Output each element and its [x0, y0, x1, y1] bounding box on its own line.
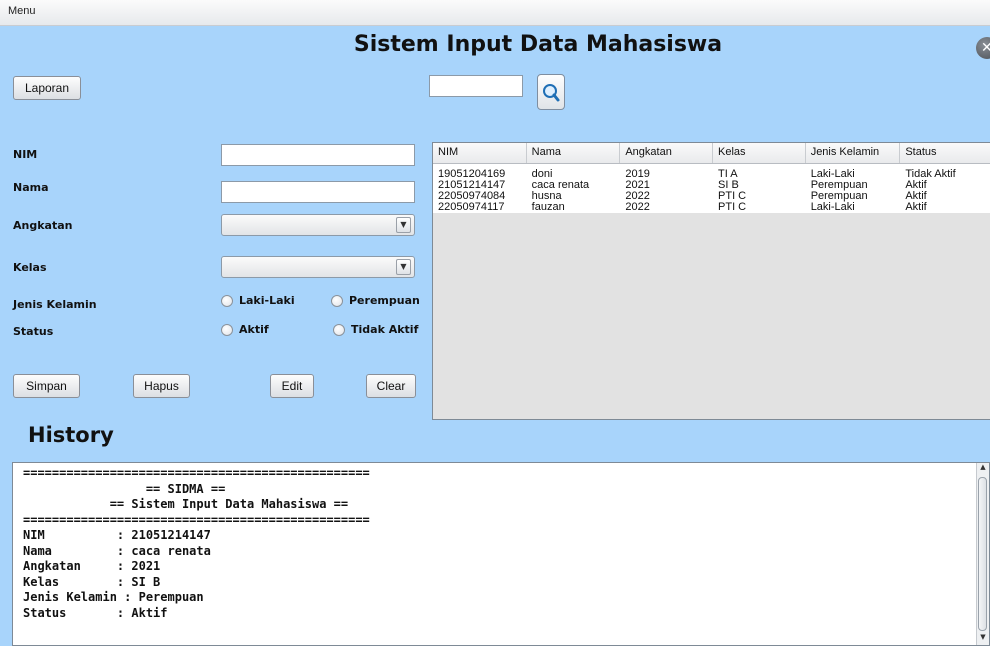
chevron-down-icon: ▼ [396, 217, 411, 233]
table-cell: Perempuan [810, 191, 868, 202]
history-textarea[interactable]: ========================================… [12, 462, 990, 646]
table-cell: Perempuan [810, 180, 868, 191]
nim-label: NIM [13, 148, 38, 161]
radio-laki-laki[interactable]: Laki-Laki [221, 294, 295, 307]
column-header[interactable]: Angkatan [620, 143, 714, 163]
menu-bar: Menu [0, 0, 990, 26]
scroll-thumb[interactable] [978, 477, 987, 631]
table-cell: 2021 [625, 180, 650, 191]
radio-aktif[interactable]: Aktif [221, 323, 269, 336]
table-cell: 22050974084 [438, 191, 506, 202]
chevron-down-icon: ▼ [396, 259, 411, 275]
scroll-down-icon[interactable]: ▼ [977, 633, 989, 645]
angkatan-label: Angkatan [13, 219, 73, 232]
radio-label: Perempuan [349, 294, 420, 307]
table-cell: TI A [718, 169, 738, 180]
table-cell: Aktif [905, 180, 927, 191]
table-row[interactable]: 22050974084 husna 2022 PTI C Perempuan A… [433, 191, 990, 202]
radio-label: Laki-Laki [239, 294, 295, 307]
radio-perempuan[interactable]: Perempuan [331, 294, 420, 307]
history-title: History [28, 423, 114, 447]
radio-circle-icon [221, 294, 233, 307]
column-header[interactable]: Status [900, 143, 990, 163]
nama-label: Nama [13, 181, 49, 194]
clear-button[interactable]: Clear [366, 374, 416, 398]
table-cell: caca renata [531, 180, 590, 191]
table-cell: 2022 [625, 191, 650, 202]
table-row[interactable]: 21051214147 caca renata 2021 SI B Peremp… [433, 180, 990, 191]
search-input[interactable] [429, 75, 523, 97]
table-cell: Laki-Laki [810, 202, 855, 213]
page-title: Sistem Input Data Mahasiswa [353, 32, 723, 57]
radio-circle-icon [333, 323, 345, 336]
table-cell: husna [531, 191, 562, 202]
kelas-label: Kelas [13, 261, 47, 274]
data-table[interactable]: NIM Nama Angkatan Kelas Jenis Kelamin St… [432, 142, 990, 420]
radio-circle-icon [331, 294, 343, 307]
table-cell: Aktif [905, 202, 927, 213]
simpan-button[interactable]: Simpan [13, 374, 80, 398]
table-cell: 2019 [625, 169, 650, 180]
history-text: ========================================… [23, 466, 370, 620]
radio-label: Tidak Aktif [351, 323, 419, 336]
menu-item[interactable]: Menu [8, 5, 36, 17]
jenis-kelamin-label: Jenis Kelamin [13, 298, 97, 311]
edit-button[interactable]: Edit [270, 374, 314, 398]
column-header[interactable]: Kelas [713, 143, 806, 163]
scroll-up-icon[interactable]: ▲ [977, 463, 989, 475]
radio-circle-icon [221, 323, 233, 336]
kelas-select[interactable]: ▼ [221, 256, 415, 278]
angkatan-select[interactable]: ▼ [221, 214, 415, 236]
radio-tidak-aktif[interactable]: Tidak Aktif [333, 323, 418, 336]
table-cell: doni [531, 169, 553, 180]
radio-label: Aktif [239, 323, 269, 336]
table-cell: PTI C [718, 191, 747, 202]
table-cell: Laki-Laki [810, 169, 855, 180]
laporan-button[interactable]: Laporan [13, 76, 81, 100]
hapus-button[interactable]: Hapus [133, 374, 190, 398]
table-cell: Tidak Aktif [905, 169, 956, 180]
nama-field[interactable] [221, 181, 415, 203]
table-cell: SI B [718, 180, 739, 191]
table-cell: fauzan [531, 202, 565, 213]
table-cell: Aktif [905, 191, 927, 202]
table-row[interactable]: 19051204169 doni 2019 TI A Laki-Laki Tid… [433, 169, 990, 180]
column-header[interactable]: Nama [527, 143, 621, 163]
nim-field[interactable] [221, 144, 415, 166]
table-cell: PTI C [718, 202, 747, 213]
column-header[interactable]: Jenis Kelamin [806, 143, 901, 163]
column-header[interactable]: NIM [433, 143, 527, 163]
table-row[interactable]: 22050974117 fauzan 2022 PTI C Laki-Laki … [433, 202, 990, 213]
search-button[interactable] [537, 74, 565, 110]
vertical-scrollbar[interactable]: ▲ ▼ [976, 463, 989, 645]
status-label: Status [13, 325, 54, 338]
table-cell: 19051204169 [438, 169, 506, 180]
table-cell: 22050974117 [438, 202, 505, 213]
table-header: NIM Nama Angkatan Kelas Jenis Kelamin St… [433, 143, 990, 164]
table-cell: 2022 [625, 202, 650, 213]
search-icon [543, 84, 560, 102]
table-cell: 21051214147 [438, 180, 506, 191]
